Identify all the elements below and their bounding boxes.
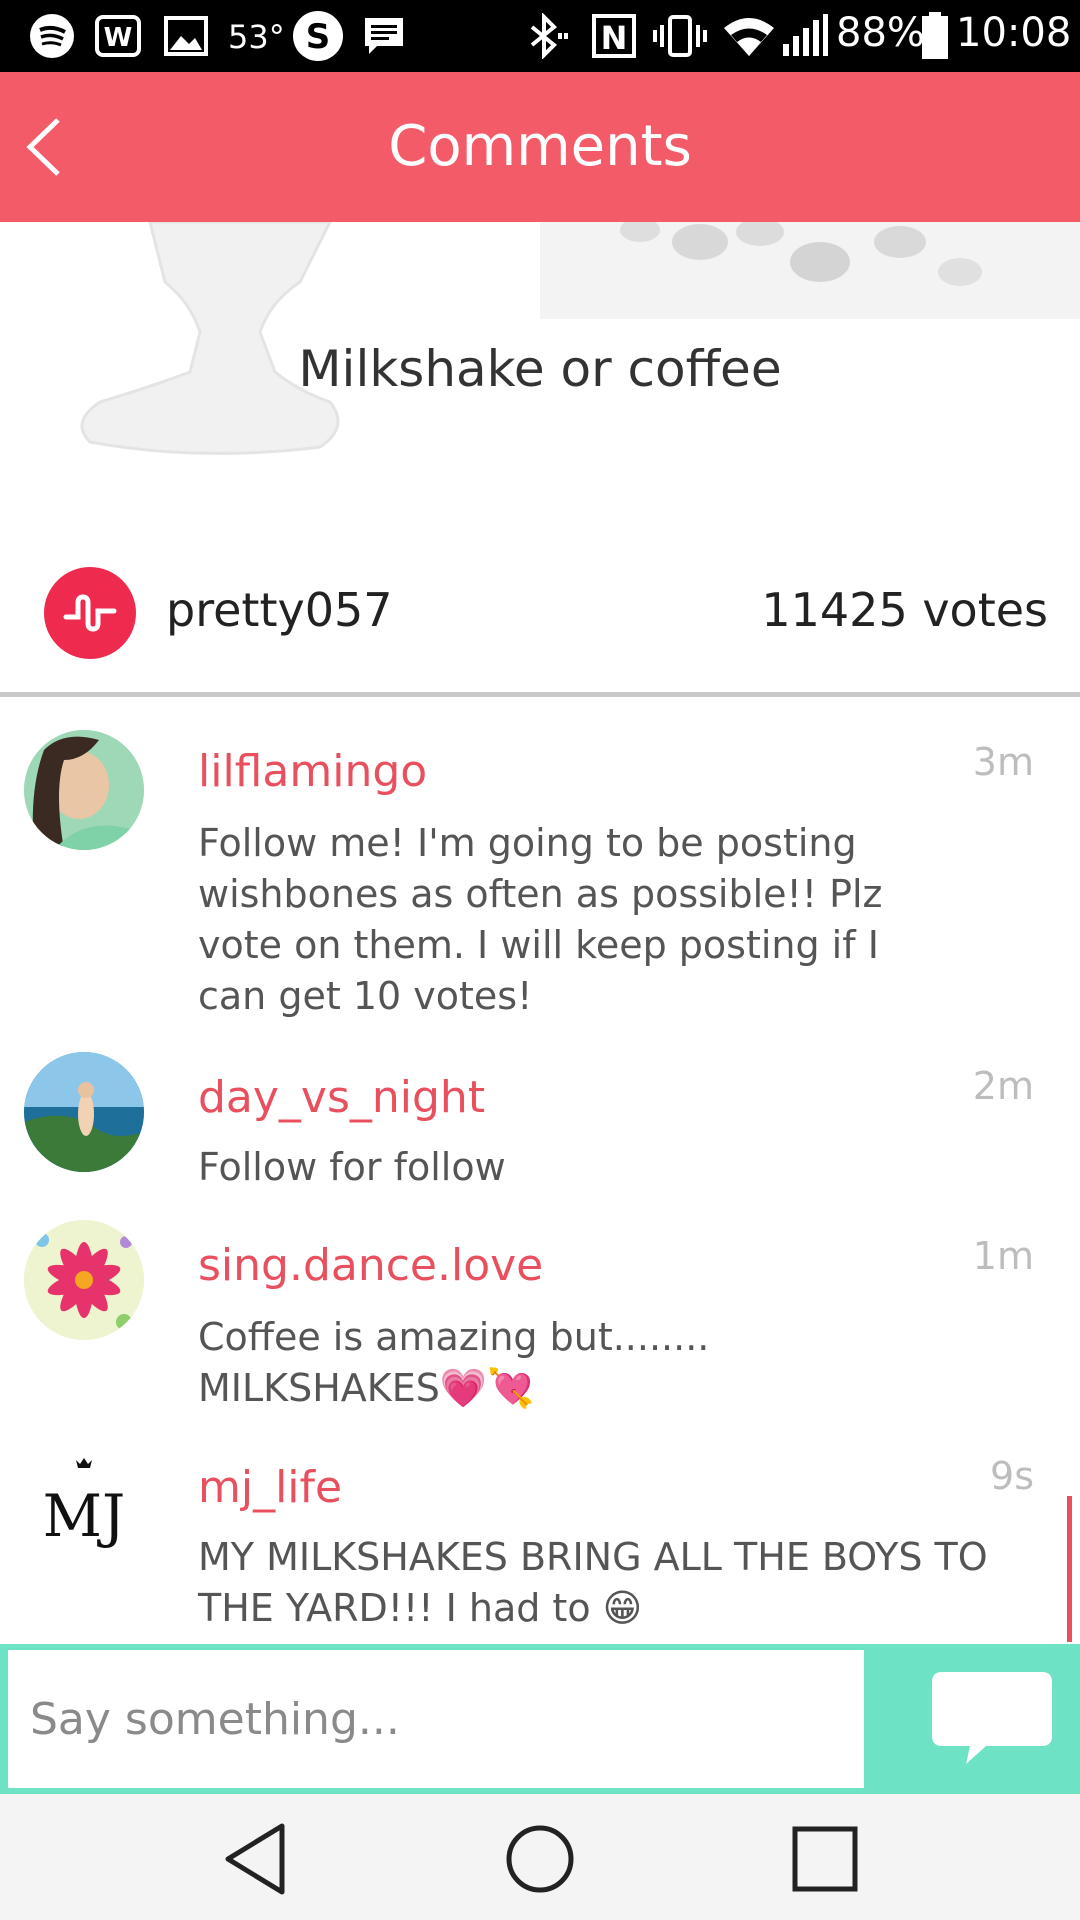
send-button[interactable] bbox=[930, 1672, 1054, 1772]
comment-timestamp: 3m bbox=[972, 740, 1034, 784]
avatar[interactable] bbox=[24, 1052, 144, 1172]
system-nav-bar bbox=[0, 1794, 1080, 1920]
author-row[interactable]: pretty057 11425 votes bbox=[0, 557, 1080, 677]
page-title: Comments bbox=[388, 114, 692, 179]
vote-count: 11425 votes bbox=[761, 583, 1048, 637]
comment-item[interactable]: lilflamingo 3m Follow me! I'm going to b… bbox=[0, 726, 1064, 1026]
back-button[interactable] bbox=[18, 110, 88, 184]
nav-home-button[interactable] bbox=[495, 1814, 585, 1904]
skype-icon: S bbox=[290, 11, 346, 61]
avatar[interactable] bbox=[24, 730, 144, 850]
avatar[interactable] bbox=[24, 1220, 144, 1340]
post-title: Milkshake or coffee bbox=[298, 340, 782, 398]
author-name[interactable]: pretty057 bbox=[166, 583, 393, 637]
avatar[interactable]: MJ bbox=[24, 1454, 144, 1574]
comment-item[interactable]: sing.dance.love 1m Coffee is amazing but… bbox=[0, 1220, 1064, 1420]
bluetooth-icon bbox=[524, 12, 572, 60]
nfc-icon: N bbox=[590, 12, 638, 60]
circle-home-icon bbox=[506, 1825, 574, 1893]
svg-text:S: S bbox=[306, 17, 331, 57]
comment-text: MY MILKSHAKES BRING ALL THE BOYS TO THE … bbox=[198, 1535, 988, 1630]
comment-timestamp: 2m bbox=[972, 1064, 1034, 1108]
comment-text: Coffee is amazing but........ MILKSHAKES… bbox=[198, 1315, 710, 1410]
chat-bubble-icon bbox=[932, 1672, 1052, 1764]
vibrate-icon bbox=[652, 12, 708, 60]
musically-logo-icon bbox=[44, 567, 136, 659]
comment-input-bar bbox=[0, 1644, 1080, 1794]
wunderlist-icon: W bbox=[94, 12, 142, 60]
message-icon bbox=[362, 12, 406, 60]
comment-text: Follow for follow bbox=[198, 1145, 506, 1189]
status-bar: W 53° S N 88% 10:08 bbox=[0, 0, 1080, 72]
comment-timestamp: 9s bbox=[990, 1454, 1034, 1498]
wifi-icon bbox=[722, 12, 776, 60]
svg-text:MJ: MJ bbox=[43, 1482, 126, 1550]
square-recents-icon bbox=[792, 1826, 858, 1892]
svg-text:W: W bbox=[104, 23, 133, 53]
scrollbar[interactable] bbox=[1067, 1496, 1072, 1642]
comment-username[interactable]: mj_life bbox=[198, 1462, 342, 1513]
triangle-back-icon bbox=[225, 1823, 285, 1895]
battery-percent: 88% bbox=[836, 10, 925, 56]
comment-item[interactable]: day_vs_night 2m Follow for follow bbox=[0, 1050, 1064, 1210]
nav-recents-button[interactable] bbox=[780, 1814, 870, 1904]
header-bar: Comments bbox=[0, 72, 1080, 222]
spotify-icon bbox=[28, 12, 76, 60]
post-card[interactable]: Milkshake or coffee pretty057 11425 vote… bbox=[0, 222, 1080, 692]
clock: 10:08 bbox=[956, 10, 1072, 56]
comment-text: Follow me! I'm going to be posting wishb… bbox=[198, 821, 883, 1018]
comment-username[interactable]: sing.dance.love bbox=[198, 1240, 543, 1291]
gallery-icon bbox=[162, 12, 210, 60]
comment-input[interactable] bbox=[8, 1650, 864, 1788]
svg-text:N: N bbox=[601, 19, 628, 57]
comment-timestamp: 1m bbox=[972, 1234, 1034, 1278]
nav-back-button[interactable] bbox=[212, 1814, 302, 1904]
comment-username[interactable]: lilflamingo bbox=[198, 746, 427, 797]
temperature-text: 53° bbox=[228, 18, 285, 56]
battery-icon bbox=[920, 12, 950, 60]
chevron-left-icon bbox=[26, 118, 60, 176]
divider bbox=[0, 692, 1080, 697]
comment-item[interactable]: MJ mj_life 9s MY MILKSHAKES BRING ALL TH… bbox=[0, 1440, 1064, 1644]
comment-username[interactable]: day_vs_night bbox=[198, 1072, 485, 1123]
signal-icon bbox=[780, 12, 830, 60]
